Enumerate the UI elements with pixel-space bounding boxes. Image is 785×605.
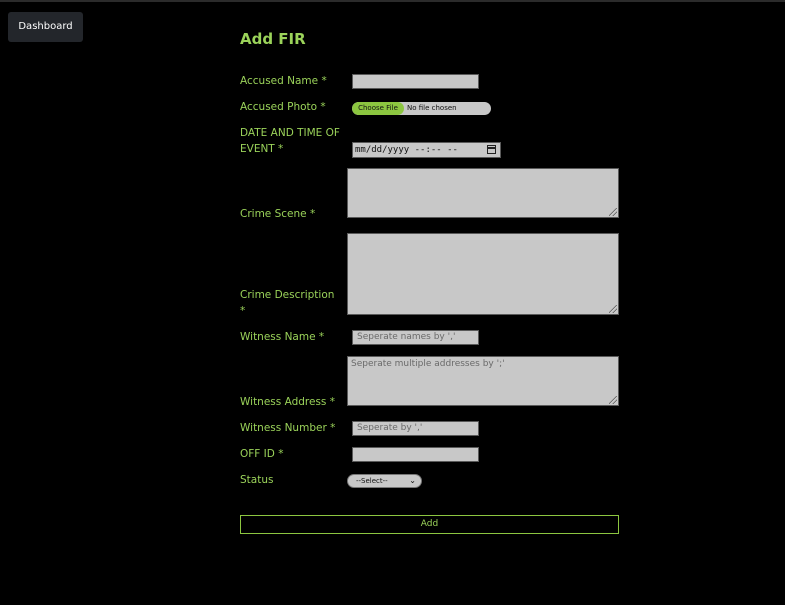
page-title: Add FIR bbox=[240, 30, 306, 48]
crime-description-label-line2: * bbox=[240, 305, 246, 317]
status-selected-value: --Select-- bbox=[356, 477, 388, 485]
dashboard-button[interactable]: Dashboard bbox=[8, 12, 83, 42]
status-select[interactable]: --Select-- ⌄ bbox=[347, 474, 422, 488]
resize-handle-icon[interactable] bbox=[609, 305, 617, 313]
witness-name-input[interactable]: Seperate names by ',' bbox=[352, 330, 479, 345]
calendar-icon[interactable] bbox=[487, 145, 496, 154]
resize-handle-icon[interactable] bbox=[609, 208, 617, 216]
off-id-input[interactable] bbox=[352, 447, 479, 462]
accused-photo-file-input[interactable]: Choose File No file chosen bbox=[352, 102, 491, 115]
accused-name-input[interactable] bbox=[352, 74, 479, 89]
accused-name-label: Accused Name * bbox=[240, 75, 327, 87]
datetime-label-line2: EVENT * bbox=[240, 143, 284, 155]
resize-handle-icon[interactable] bbox=[609, 396, 617, 404]
datetime-label-line1: DATE AND TIME OF bbox=[240, 127, 340, 139]
chevron-down-icon: ⌄ bbox=[409, 476, 416, 485]
witness-address-label: Witness Address * bbox=[240, 396, 335, 408]
crime-description-label: Crime Description * bbox=[240, 287, 334, 319]
crime-description-label-line1: Crime Description bbox=[240, 289, 335, 301]
accused-photo-label: Accused Photo * bbox=[240, 101, 326, 113]
datetime-value: mm/dd/yyyy --:-- -- bbox=[355, 145, 458, 155]
crime-description-textarea[interactable] bbox=[347, 233, 619, 315]
witness-address-textarea[interactable]: Seperate multiple addresses by ';' bbox=[347, 356, 619, 406]
off-id-label: OFF ID * bbox=[240, 448, 284, 460]
witness-address-placeholder: Seperate multiple addresses by ';' bbox=[351, 359, 505, 369]
witness-number-label: Witness Number * bbox=[240, 422, 336, 434]
witness-number-input[interactable]: Seperate by ',' bbox=[352, 421, 479, 436]
choose-file-button[interactable]: Choose File bbox=[352, 102, 404, 115]
add-button[interactable]: Add bbox=[240, 515, 619, 534]
crime-scene-label: Crime Scene * bbox=[240, 208, 316, 220]
datetime-label: DATE AND TIME OF EVENT * bbox=[240, 125, 340, 157]
status-label: Status bbox=[240, 474, 274, 486]
witness-name-label: Witness Name * bbox=[240, 331, 325, 343]
datetime-input[interactable]: mm/dd/yyyy --:-- -- bbox=[352, 142, 501, 158]
file-status-text: No file chosen bbox=[407, 104, 457, 112]
crime-scene-textarea[interactable] bbox=[347, 168, 619, 218]
